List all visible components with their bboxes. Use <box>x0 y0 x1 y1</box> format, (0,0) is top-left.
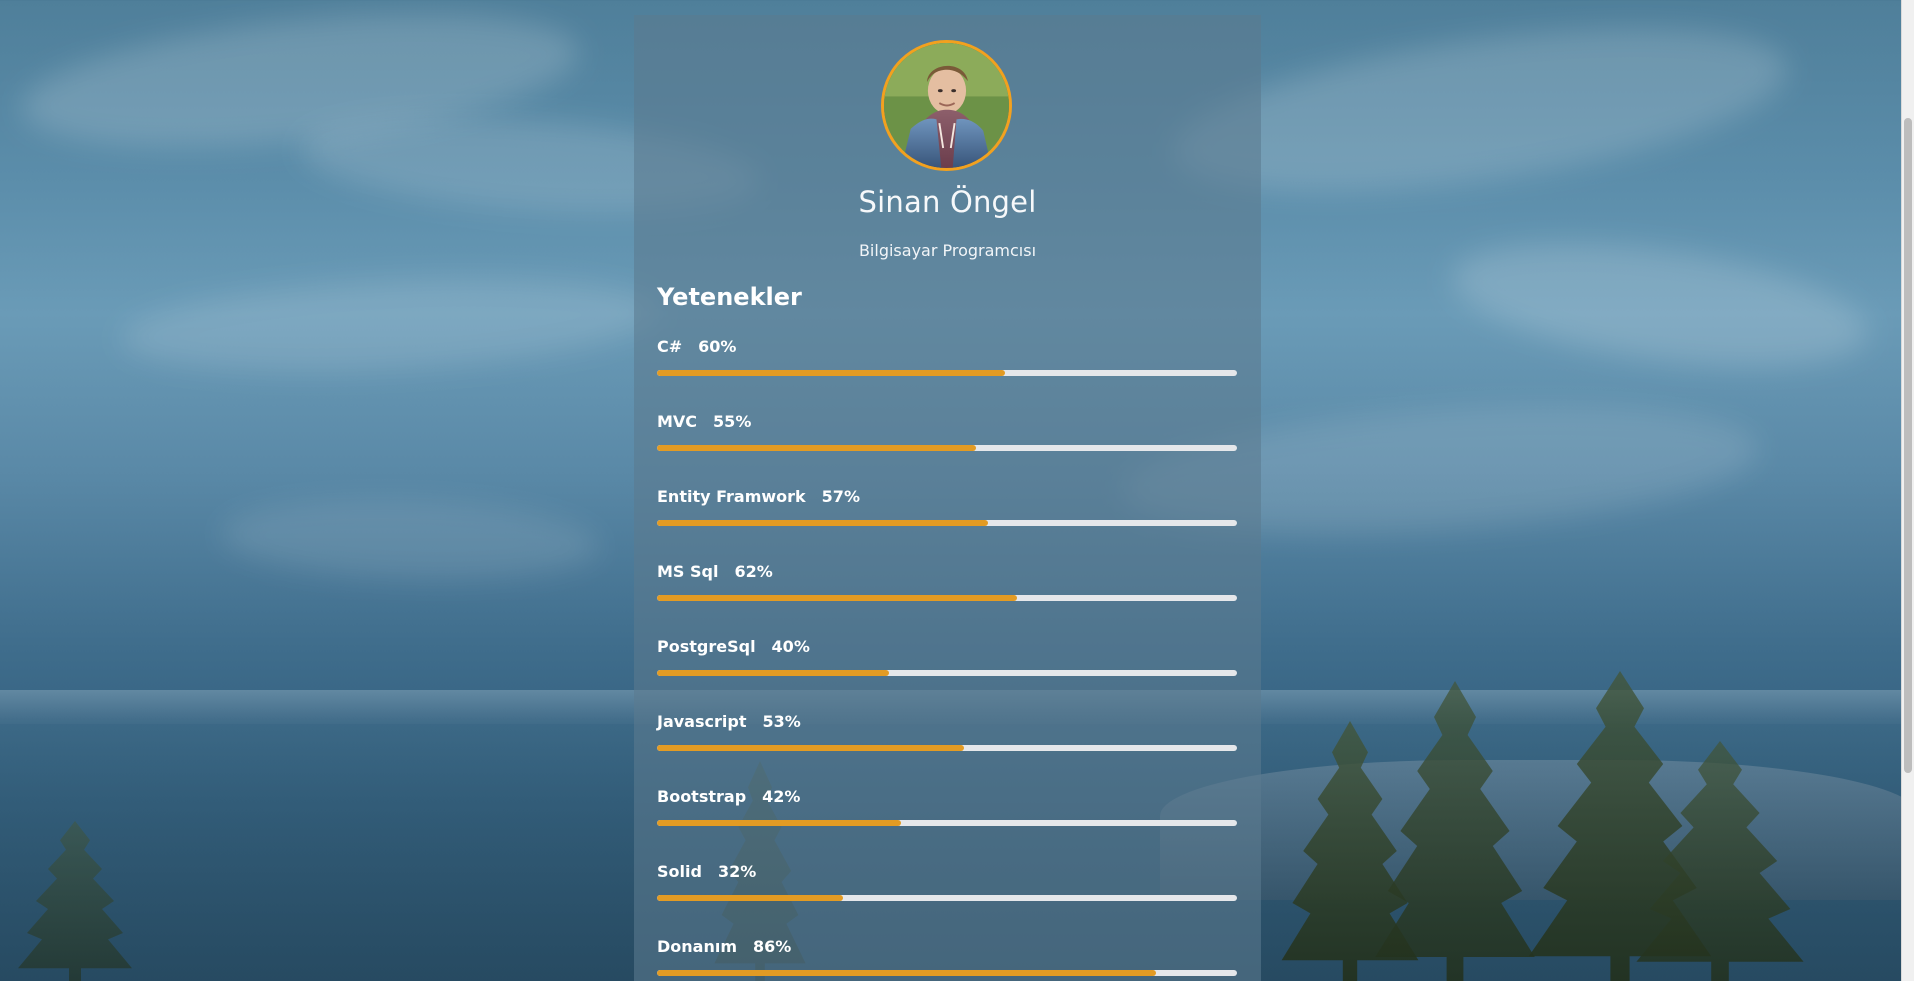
skill-header: C# 60% <box>657 335 1237 359</box>
skill-item: Bootstrap 42% <box>657 785 1237 860</box>
skill-progress-fill <box>657 895 843 901</box>
skill-progress-fill <box>657 970 1156 976</box>
skill-name: Bootstrap <box>657 787 747 806</box>
skill-header: Entity Framwork 57% <box>657 485 1237 509</box>
sky-cloud <box>218 493 602 587</box>
skill-progress-track <box>657 970 1237 976</box>
skill-progress-track <box>657 820 1237 826</box>
skill-progress-track <box>657 520 1237 526</box>
skills-heading: Yetenekler <box>657 283 802 311</box>
skill-name: PostgreSql <box>657 637 756 656</box>
profile-title: Bilgisayar Programcısı <box>858 241 1037 260</box>
profile-name: Sinan Öngel <box>858 185 1037 219</box>
skill-name: Javascript <box>657 712 747 731</box>
skill-progress-track <box>657 370 1237 376</box>
skill-progress-fill <box>657 520 988 526</box>
skill-progress-fill <box>657 370 1005 376</box>
profile-card: Sinan Öngel Bilgisayar Programcısı Yeten… <box>634 15 1261 981</box>
shoreline <box>1160 760 1914 900</box>
skill-header: MS Sql 62% <box>657 560 1237 584</box>
skill-item: Solid 32% <box>657 860 1237 935</box>
skill-item: Javascript 53% <box>657 710 1237 785</box>
skill-percent: 32% <box>717 862 757 881</box>
skill-percent: 42% <box>762 787 801 806</box>
sky-cloud <box>118 265 662 385</box>
skill-item: Donanım 86% <box>657 935 1237 981</box>
skill-percent: 55% <box>713 412 752 431</box>
skill-item: MVC 55% <box>657 410 1237 485</box>
skill-name: Solid <box>657 862 702 881</box>
skill-progress-fill <box>657 595 1017 601</box>
skill-name: MVC <box>657 412 698 431</box>
skill-item: C# 60% <box>657 335 1237 410</box>
skill-name: Donanım <box>657 937 738 956</box>
skill-name: MS Sql <box>657 562 719 581</box>
skill-percent: 86% <box>753 937 792 956</box>
skill-progress-track <box>657 670 1237 676</box>
skill-item: MS Sql 62% <box>657 560 1237 635</box>
vertical-scrollbar[interactable] <box>1901 0 1914 981</box>
skill-percent: 62% <box>734 562 773 581</box>
skill-progress-fill <box>657 745 965 751</box>
skill-progress-track <box>657 745 1237 751</box>
skill-percent: 57% <box>821 487 860 506</box>
skills-list: C# 60% MVC 55% Entity Framwork 57% MS Sq… <box>657 335 1237 981</box>
skill-progress-fill <box>657 820 901 826</box>
skill-progress-track <box>657 445 1237 451</box>
skill-item: PostgreSql 40% <box>657 635 1237 710</box>
avatar <box>881 40 1012 171</box>
skill-header: Bootstrap 42% <box>657 785 1237 809</box>
skill-progress-track <box>657 895 1237 901</box>
skill-header: Donanım 86% <box>657 935 1237 959</box>
skill-item: Entity Framwork 57% <box>657 485 1237 560</box>
skill-header: Solid 32% <box>657 860 1237 884</box>
skill-header: MVC 55% <box>657 410 1237 434</box>
skill-header: PostgreSql 40% <box>657 635 1237 659</box>
skill-name: Entity Framwork <box>657 487 806 506</box>
skill-header: Javascript 53% <box>657 710 1237 734</box>
skill-percent: 40% <box>771 637 810 656</box>
skill-percent: 60% <box>698 337 737 356</box>
skill-name: C# <box>657 337 683 356</box>
profile-photo-icon <box>884 43 1009 168</box>
scrollbar-thumb[interactable] <box>1904 118 1912 773</box>
skill-progress-fill <box>657 445 976 451</box>
sky-cloud <box>1444 221 1876 389</box>
skill-percent: 53% <box>762 712 801 731</box>
skill-progress-track <box>657 595 1237 601</box>
skill-progress-fill <box>657 670 889 676</box>
